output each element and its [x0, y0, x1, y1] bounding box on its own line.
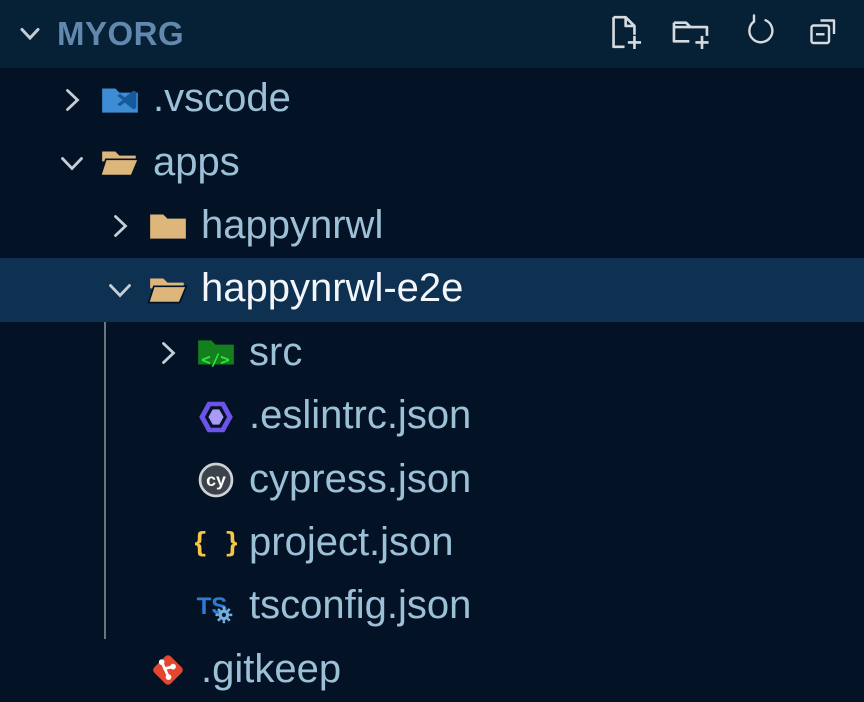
twisty-spacer	[103, 652, 147, 688]
tree-item-project-json[interactable]: { } project.json	[0, 512, 864, 575]
tree-item-label: apps	[153, 142, 240, 185]
folder-closed-icon	[147, 205, 189, 247]
tree-item-cypress-json[interactable]: cy cypress.json	[0, 448, 864, 511]
header-actions	[601, 11, 848, 57]
section-title: MYORG	[57, 15, 184, 53]
tree-item-eslintrc-json[interactable]: .eslintrc.json	[0, 385, 864, 448]
chevron-down-icon[interactable]	[103, 272, 147, 308]
tree-item-apps[interactable]: apps	[0, 131, 864, 194]
new-file-button[interactable]	[601, 11, 647, 57]
chevron-down-icon[interactable]	[13, 17, 47, 51]
folder-open-icon	[99, 142, 141, 184]
src-folder-icon: </>	[195, 332, 237, 374]
cypress-icon: cy	[195, 459, 237, 501]
collapse-all-button[interactable]	[802, 11, 848, 57]
tree-item-label: .eslintrc.json	[249, 395, 471, 438]
tree-item-vscode[interactable]: .vscode	[0, 68, 864, 131]
tree-item-label: .gitkeep	[201, 649, 341, 692]
tree-item-label: happynrwl-e2e	[201, 268, 463, 311]
explorer-panel: MYORG .vscode apps happynrwl happynrwl-e…	[0, 0, 864, 702]
tree-item-label: cypress.json	[249, 459, 471, 502]
explorer-section-header[interactable]: MYORG	[0, 0, 864, 68]
folder-open-icon	[147, 269, 189, 311]
chevron-right-icon[interactable]	[103, 208, 147, 244]
twisty-spacer	[151, 462, 195, 498]
vscode-folder-icon	[99, 79, 141, 121]
chevron-down-icon[interactable]	[55, 145, 99, 181]
tree-item-label: project.json	[249, 522, 454, 565]
tree-item-label: .vscode	[153, 78, 291, 121]
svg-text:{ }: { }	[195, 528, 237, 559]
tree-item-gitkeep[interactable]: .gitkeep	[0, 639, 864, 702]
new-file-icon	[602, 10, 646, 59]
tree-item-label: src	[249, 332, 302, 375]
file-tree: .vscode apps happynrwl happynrwl-e2e </>…	[0, 68, 864, 702]
tree-item-tsconfig-json[interactable]: TS tsconfig.json	[0, 575, 864, 638]
git-icon	[147, 649, 189, 691]
refresh-icon	[738, 12, 778, 57]
new-folder-button[interactable]	[668, 11, 714, 57]
svg-text:cy: cy	[206, 470, 226, 490]
tree-item-happynrwl-e2e[interactable]: happynrwl-e2e	[0, 258, 864, 321]
indent-guide	[104, 322, 106, 639]
tree-item-src[interactable]: </> src	[0, 322, 864, 385]
twisty-spacer	[151, 589, 195, 625]
eslint-icon	[195, 396, 237, 438]
twisty-spacer	[151, 525, 195, 561]
tree-item-happynrwl[interactable]: happynrwl	[0, 195, 864, 258]
chevron-right-icon[interactable]	[151, 335, 195, 371]
new-folder-icon	[669, 10, 713, 59]
collapse-all-icon	[805, 12, 845, 57]
json-braces-icon: { }	[195, 522, 237, 564]
tree-item-label: happynrwl	[201, 205, 383, 248]
tree-item-label: tsconfig.json	[249, 585, 471, 628]
chevron-right-icon[interactable]	[55, 82, 99, 118]
refresh-button[interactable]	[735, 11, 781, 57]
tsconfig-icon: TS	[195, 586, 237, 628]
svg-text:</>: </>	[201, 350, 229, 369]
twisty-spacer	[151, 399, 195, 435]
